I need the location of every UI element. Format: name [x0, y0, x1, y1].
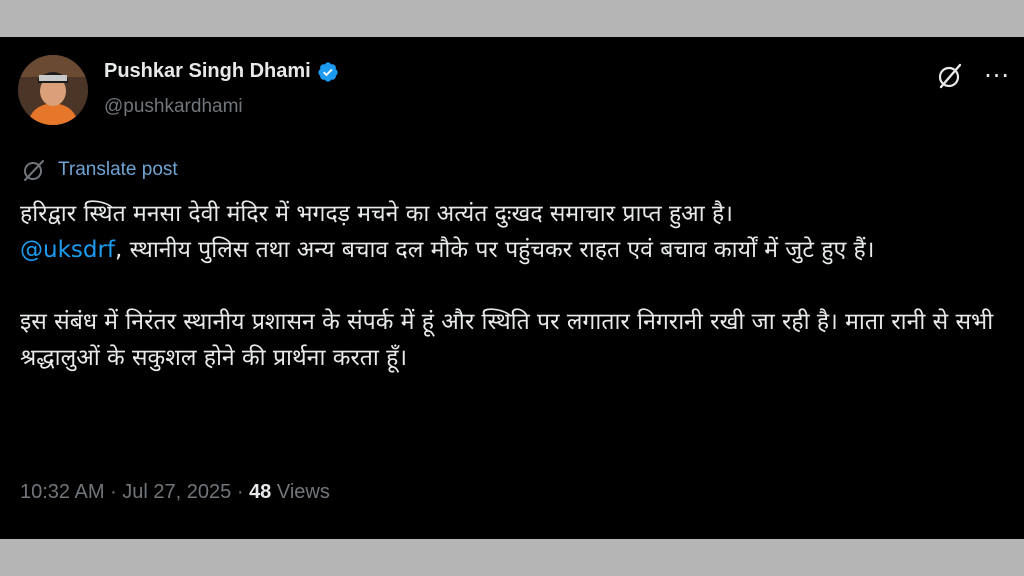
post-text: हरिद्वार स्थित मनसा देवी मंदिर में भगदड़…: [20, 196, 1010, 376]
translate-post-link[interactable]: Translate post: [22, 158, 178, 182]
post-line-1: हरिद्वार स्थित मनसा देवी मंदिर में भगदड़…: [20, 201, 733, 227]
meta-separator-2: ·: [231, 481, 250, 503]
post-date[interactable]: Jul 27, 2025: [122, 481, 231, 503]
meta-separator-1: ·: [104, 481, 123, 503]
translate-post-label: Translate post: [58, 159, 178, 180]
avatar-image: [18, 55, 88, 125]
post-time[interactable]: 10:32 AM: [20, 481, 105, 503]
author-handle[interactable]: @pushkardhami: [104, 96, 243, 118]
author-name[interactable]: Pushkar Singh Dhami: [104, 60, 311, 83]
verified-badge-icon: [318, 61, 338, 82]
author-row: Pushkar Singh Dhami: [104, 60, 339, 83]
post-line-2: , स्थानीय पुलिस तथा अन्य बचाव दल मौके पर…: [115, 237, 875, 263]
post-paragraph-2: इस संबंध में निरंतर स्थानीय प्रशासन के स…: [20, 309, 994, 371]
translate-icon: [24, 160, 44, 181]
views-count: 48: [249, 481, 272, 503]
avatar[interactable]: [18, 55, 88, 125]
views-label: Views: [271, 481, 330, 503]
post-meta: 10:32 AM · Jul 27, 2025 · 48 Views: [20, 481, 330, 504]
post-paragraph-1: हरिद्वार स्थित मनसा देवी मंदिर में भगदड़…: [20, 196, 1010, 268]
mention-link[interactable]: @uksdrf: [20, 237, 115, 263]
more-options-icon[interactable]: ···: [984, 64, 1010, 88]
grok-icon[interactable]: [936, 62, 964, 90]
top-actions: ···: [936, 62, 1010, 90]
